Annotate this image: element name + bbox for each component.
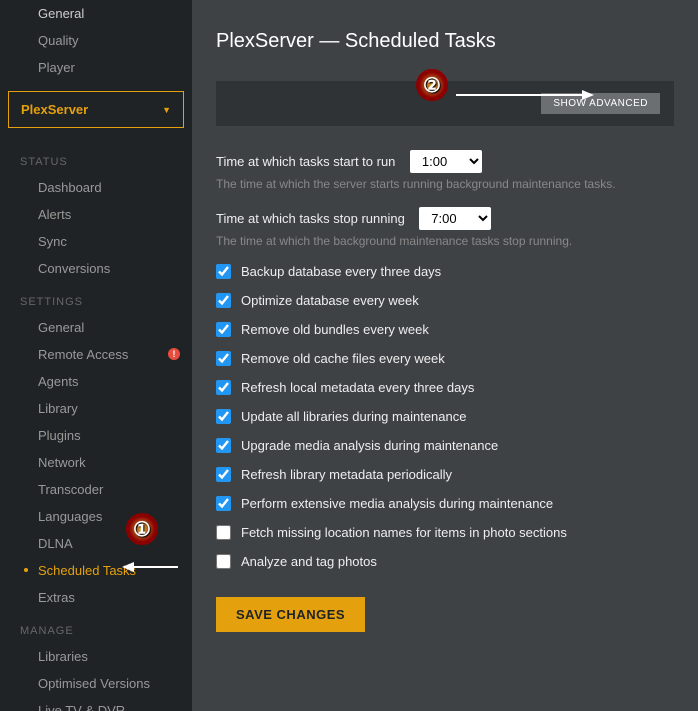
section-header-status: STATUS	[0, 142, 192, 174]
task-checkbox-label[interactable]: Backup database every three days	[241, 264, 441, 279]
sidebar-item-sync[interactable]: Sync	[0, 228, 192, 255]
sidebar-item-general[interactable]: General	[0, 0, 192, 27]
sidebar-item-languages[interactable]: Languages	[0, 503, 192, 530]
section-header-settings: SETTINGS	[0, 282, 192, 314]
task-checkbox[interactable]	[216, 496, 231, 511]
sidebar-item-libraries[interactable]: Libraries	[0, 643, 192, 670]
task-checkbox-label[interactable]: Remove old bundles every week	[241, 322, 429, 337]
sidebar-item-optimised-versions[interactable]: Optimised Versions	[0, 670, 192, 697]
alert-icon: !	[168, 348, 180, 360]
checkbox-row: Backup database every three days	[216, 264, 674, 279]
sidebar-item-remote-access[interactable]: Remote Access!	[0, 341, 192, 368]
sidebar-item-live-tv-dvr[interactable]: Live TV & DVR	[0, 697, 192, 711]
sidebar-item-extras[interactable]: Extras	[0, 584, 192, 611]
section-header-manage: MANAGE	[0, 611, 192, 643]
sidebar: GeneralQualityPlayer PlexServer ▼ STATUS…	[0, 0, 192, 711]
task-checkbox-label[interactable]: Fetch missing location names for items i…	[241, 525, 567, 540]
annotation-arrow-one	[120, 559, 180, 575]
stop-time-row: Time at which tasks stop running 7:00	[216, 207, 674, 230]
page-title: PlexServer — Scheduled Tasks	[216, 30, 674, 53]
sidebar-item-conversions[interactable]: Conversions	[0, 255, 192, 282]
start-time-select[interactable]: 1:00	[410, 150, 482, 173]
sidebar-item-quality[interactable]: Quality	[0, 27, 192, 54]
start-time-row: Time at which tasks start to run 1:00	[216, 150, 674, 173]
show-advanced-button[interactable]: SHOW ADVANCED	[541, 93, 660, 114]
task-checkbox[interactable]	[216, 264, 231, 279]
task-checkbox-label[interactable]: Perform extensive media analysis during …	[241, 496, 553, 511]
sidebar-item-agents[interactable]: Agents	[0, 368, 192, 395]
save-changes-button[interactable]: SAVE CHANGES	[216, 597, 365, 632]
task-checkbox[interactable]	[216, 554, 231, 569]
checkbox-row: Remove old bundles every week	[216, 322, 674, 337]
sidebar-item-transcoder[interactable]: Transcoder	[0, 476, 192, 503]
start-time-label: Time at which tasks start to run	[216, 154, 395, 169]
server-name: PlexServer	[21, 102, 88, 117]
task-checkbox[interactable]	[216, 351, 231, 366]
task-checkbox-label[interactable]: Remove old cache files every week	[241, 351, 445, 366]
checkbox-row: Refresh library metadata periodically	[216, 467, 674, 482]
chevron-down-icon: ▼	[162, 105, 171, 115]
checkbox-row: Update all libraries during maintenance	[216, 409, 674, 424]
checkbox-row: Upgrade media analysis during maintenanc…	[216, 438, 674, 453]
task-checkbox[interactable]	[216, 467, 231, 482]
stop-time-label: Time at which tasks stop running	[216, 211, 405, 226]
checkbox-row: Optimize database every week	[216, 293, 674, 308]
sidebar-item-player[interactable]: Player	[0, 54, 192, 81]
sidebar-item-scheduled-tasks[interactable]: Scheduled Tasks①	[0, 557, 192, 584]
sidebar-item-general[interactable]: General	[0, 314, 192, 341]
sidebar-item-alerts[interactable]: Alerts	[0, 201, 192, 228]
task-checkbox[interactable]	[216, 525, 231, 540]
task-checkbox[interactable]	[216, 409, 231, 424]
start-time-help: The time at which the server starts runn…	[216, 177, 674, 191]
checkbox-row: Remove old cache files every week	[216, 351, 674, 366]
task-checkbox[interactable]	[216, 380, 231, 395]
task-checkbox-label[interactable]: Refresh library metadata periodically	[241, 467, 452, 482]
checkbox-row: Analyze and tag photos	[216, 554, 674, 569]
task-checkbox-label[interactable]: Analyze and tag photos	[241, 554, 377, 569]
stop-time-select[interactable]: 7:00	[419, 207, 491, 230]
annotation-two: ②	[416, 69, 448, 101]
stop-time-help: The time at which the background mainten…	[216, 234, 674, 248]
checkbox-row: Fetch missing location names for items i…	[216, 525, 674, 540]
task-checkbox-label[interactable]: Refresh local metadata every three days	[241, 380, 474, 395]
sidebar-item-dlna[interactable]: DLNA	[0, 530, 192, 557]
sidebar-item-library[interactable]: Library	[0, 395, 192, 422]
sidebar-item-plugins[interactable]: Plugins	[0, 422, 192, 449]
task-checkbox-label[interactable]: Update all libraries during maintenance	[241, 409, 466, 424]
task-checkbox[interactable]	[216, 322, 231, 337]
task-checkbox[interactable]	[216, 438, 231, 453]
sidebar-item-dashboard[interactable]: Dashboard	[0, 174, 192, 201]
sidebar-item-network[interactable]: Network	[0, 449, 192, 476]
task-checkbox-label[interactable]: Upgrade media analysis during maintenanc…	[241, 438, 498, 453]
main-content: PlexServer — Scheduled Tasks SHOW ADVANC…	[192, 0, 698, 711]
checkbox-row: Perform extensive media analysis during …	[216, 496, 674, 511]
server-selector[interactable]: PlexServer ▼	[8, 91, 184, 128]
checkbox-row: Refresh local metadata every three days	[216, 380, 674, 395]
advanced-bar: SHOW ADVANCED ②	[216, 81, 674, 126]
task-checkbox[interactable]	[216, 293, 231, 308]
task-checkbox-label[interactable]: Optimize database every week	[241, 293, 419, 308]
